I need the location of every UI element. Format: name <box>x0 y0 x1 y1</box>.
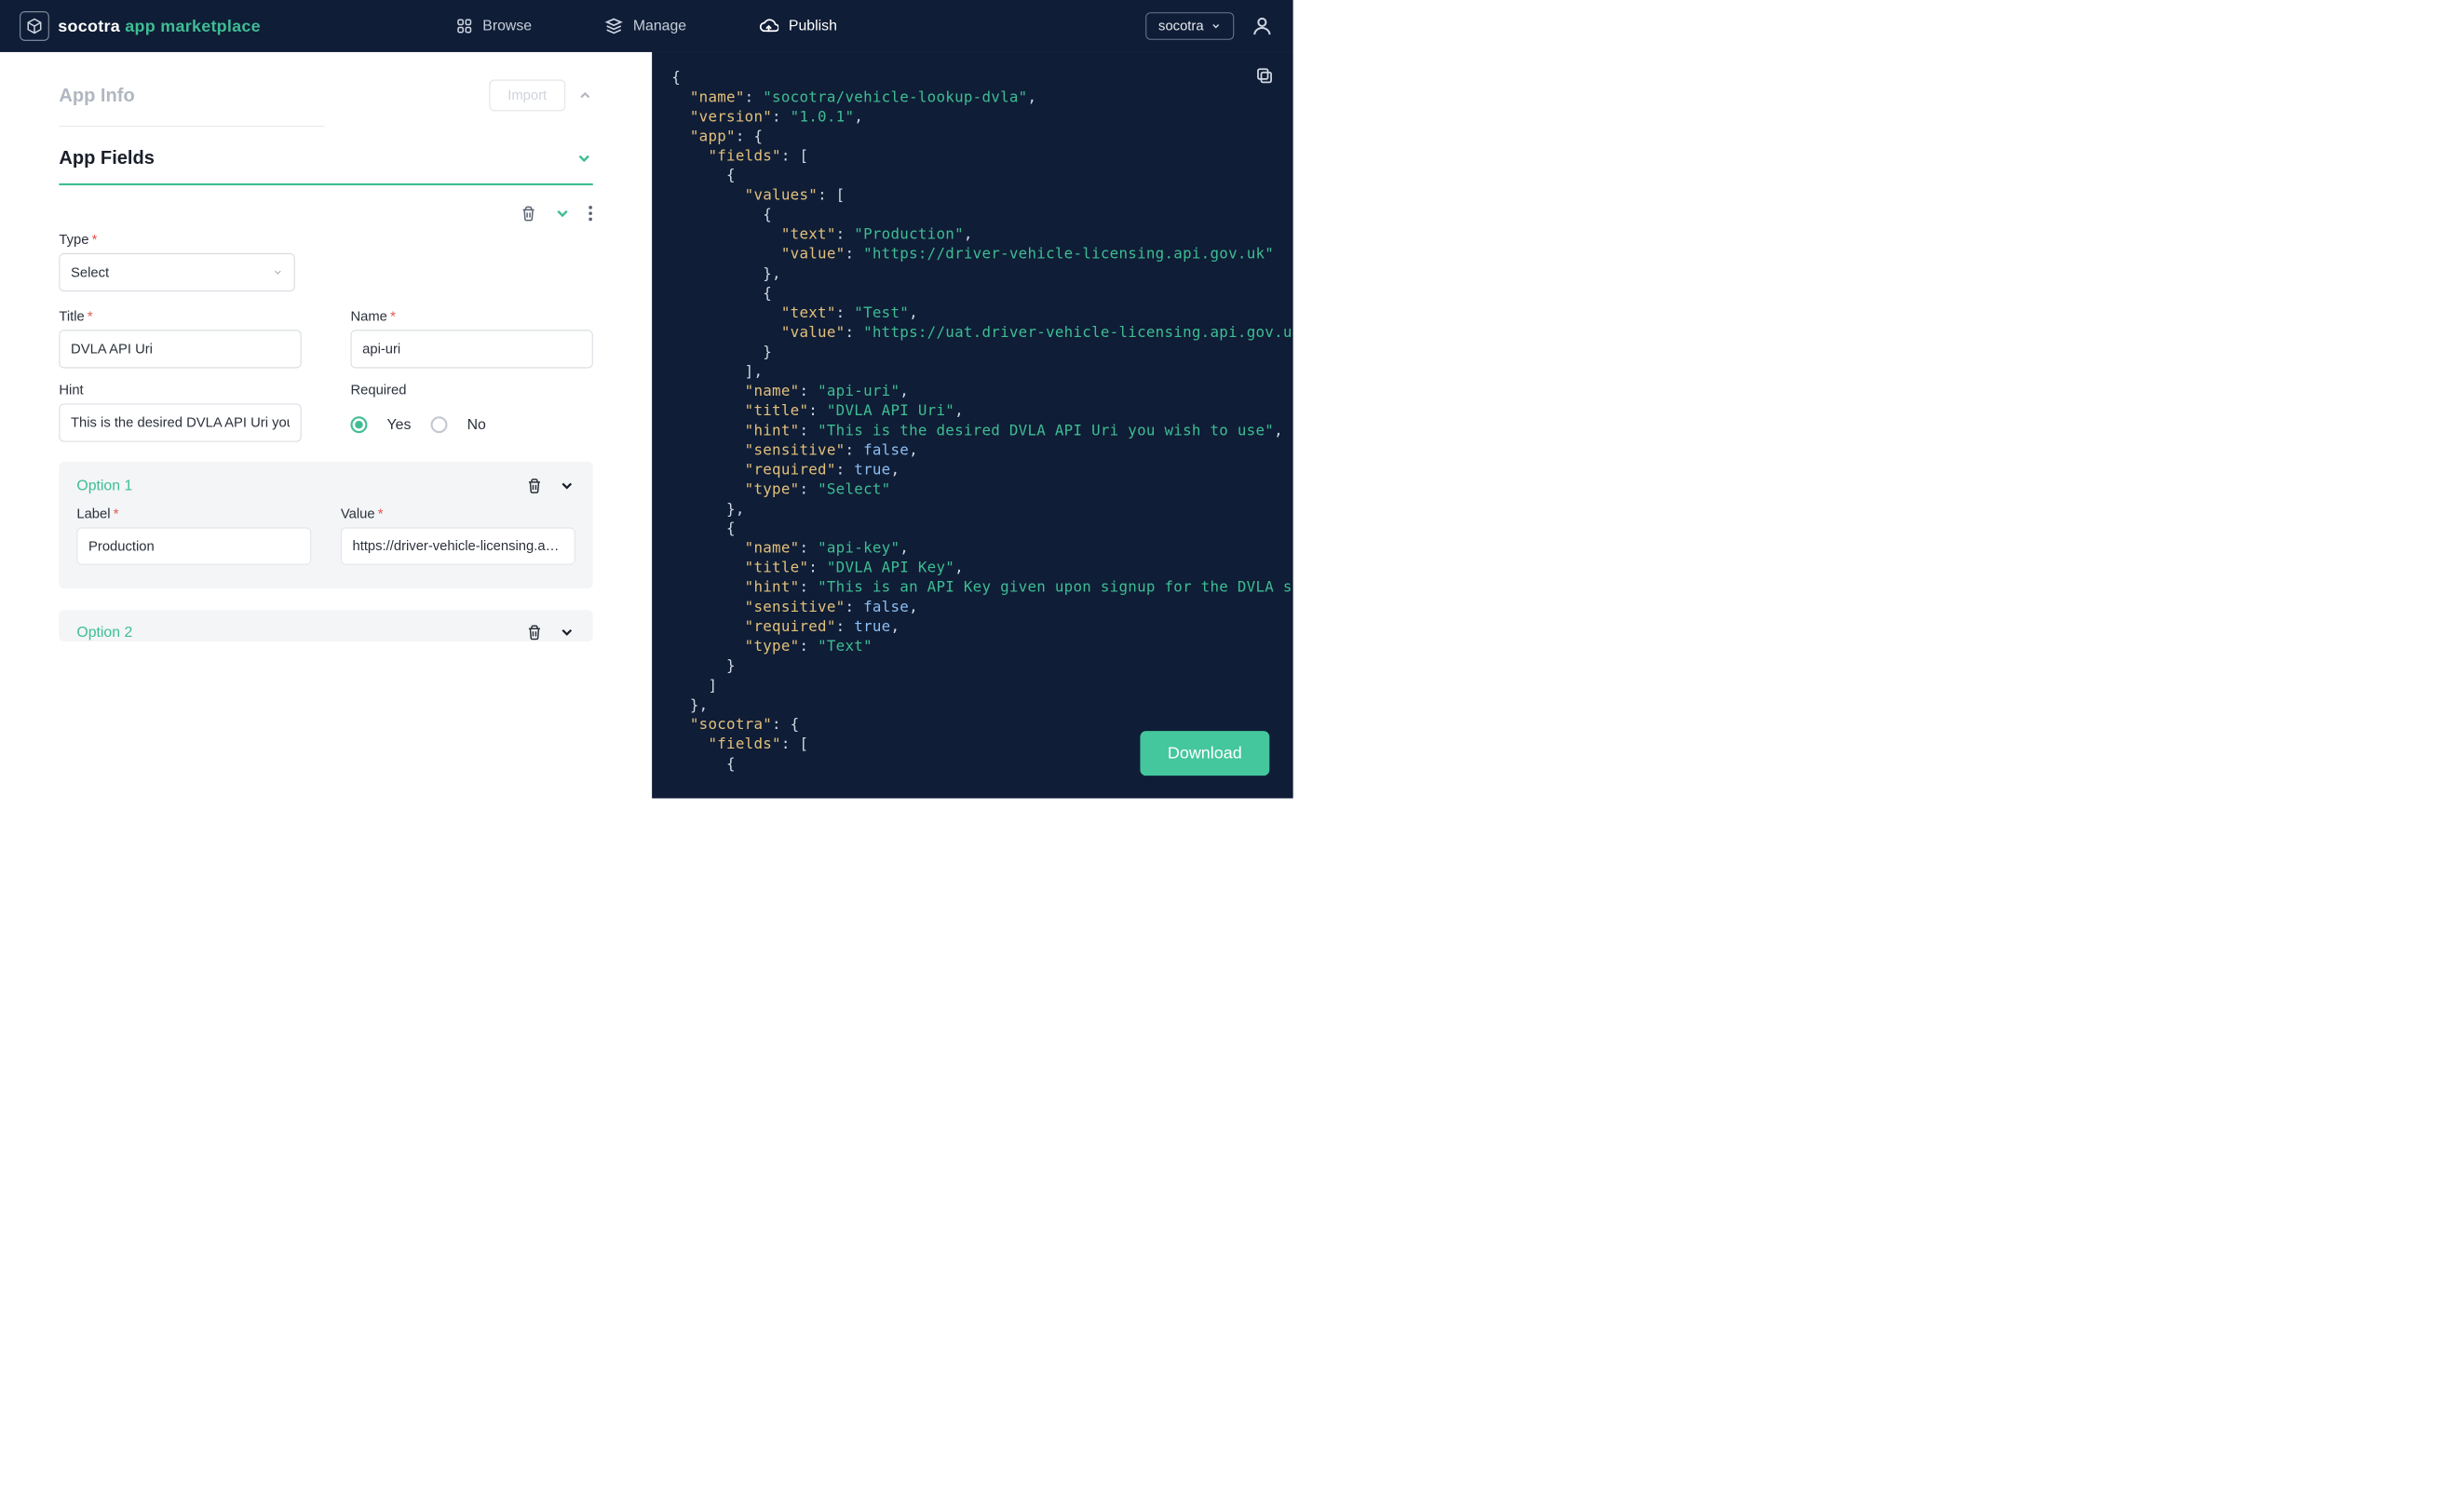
json-preview-panel: { "name": "socotra/vehicle-lookup-dvla",… <box>652 52 1293 799</box>
hint-input-field[interactable] <box>71 405 290 441</box>
brand-text: socotra app marketplace <box>58 17 261 36</box>
required-yes-radio[interactable] <box>350 416 367 433</box>
grid-icon <box>456 18 473 34</box>
required-label: Required <box>350 382 592 398</box>
option1-value-field[interactable] <box>353 529 564 564</box>
brand: socotra app marketplace <box>20 11 261 41</box>
type-label: Type* <box>59 232 294 248</box>
user-icon[interactable] <box>1251 15 1273 37</box>
nav-manage[interactable]: Manage <box>598 7 694 45</box>
trash-icon[interactable] <box>526 623 543 641</box>
title-input-field[interactable] <box>71 331 290 367</box>
section-app-fields: App Fields <box>59 142 592 174</box>
more-vertical-icon[interactable] <box>588 205 592 223</box>
section-app-info: App Info Import <box>59 74 592 116</box>
chevron-down-icon[interactable] <box>559 624 575 641</box>
option1-value-label: Value* <box>341 506 575 521</box>
required-no-radio[interactable] <box>431 416 448 433</box>
option1-label-field[interactable] <box>88 529 300 564</box>
option-card-2: Option 2 <box>59 610 592 641</box>
option1-label-label: Label* <box>76 506 311 521</box>
stack-icon <box>604 17 623 35</box>
app-fields-title: App Fields <box>59 147 155 169</box>
copy-button[interactable] <box>1254 66 1274 86</box>
brand-primary: socotra <box>58 17 120 35</box>
title-input[interactable] <box>59 330 301 368</box>
brand-logo <box>20 11 49 41</box>
hint-input[interactable] <box>59 403 301 441</box>
nav-publish-label: Publish <box>789 18 837 34</box>
option2-title: Option 2 <box>76 624 132 641</box>
option-card-1: Option 1 Label* <box>59 462 592 588</box>
trash-icon[interactable] <box>521 204 537 223</box>
nav-manage-label: Manage <box>633 18 686 34</box>
chevron-up-icon[interactable] <box>577 88 593 103</box>
json-code: { "name": "socotra/vehicle-lookup-dvla",… <box>671 68 1273 774</box>
name-input-field[interactable] <box>362 331 581 367</box>
download-button[interactable]: Download <box>1140 731 1269 776</box>
import-button[interactable]: Import <box>489 80 565 112</box>
tenant-label: socotra <box>1158 19 1203 34</box>
trash-icon[interactable] <box>526 477 543 495</box>
field-toolbar <box>59 199 592 232</box>
name-input[interactable] <box>350 330 592 368</box>
nav-browse-label: Browse <box>482 18 532 34</box>
divider-accent <box>59 183 592 185</box>
form-panel: App Info Import App Fields <box>0 52 652 799</box>
chevron-down-icon <box>273 267 284 278</box>
option1-label-input[interactable] <box>76 528 311 565</box>
brand-secondary: app marketplace <box>125 17 261 35</box>
app-info-title: App Info <box>59 85 134 106</box>
chevron-down-icon[interactable] <box>559 478 575 494</box>
hint-label: Hint <box>59 382 301 398</box>
required-no-label: No <box>467 416 486 433</box>
required-yes-label: Yes <box>387 416 412 433</box>
divider <box>59 126 324 127</box>
app-header: socotra app marketplace Browse Manage <box>0 0 1293 52</box>
top-nav: Browse Manage Publish <box>449 7 844 46</box>
tenant-selector[interactable]: socotra <box>1145 12 1234 40</box>
nav-browse[interactable]: Browse <box>449 7 538 44</box>
cloud-upload-icon <box>759 16 778 35</box>
name-label: Name* <box>350 308 592 324</box>
type-select-value: Select <box>71 264 109 280</box>
chevron-down-icon <box>1211 20 1222 32</box>
type-select[interactable]: Select <box>59 253 294 291</box>
chevron-down-icon[interactable] <box>575 149 593 167</box>
title-label: Title* <box>59 308 301 324</box>
option1-value-input[interactable] <box>341 528 575 565</box>
chevron-down-icon[interactable] <box>554 205 572 223</box>
nav-publish[interactable]: Publish <box>752 7 844 46</box>
option1-title: Option 1 <box>76 478 132 494</box>
